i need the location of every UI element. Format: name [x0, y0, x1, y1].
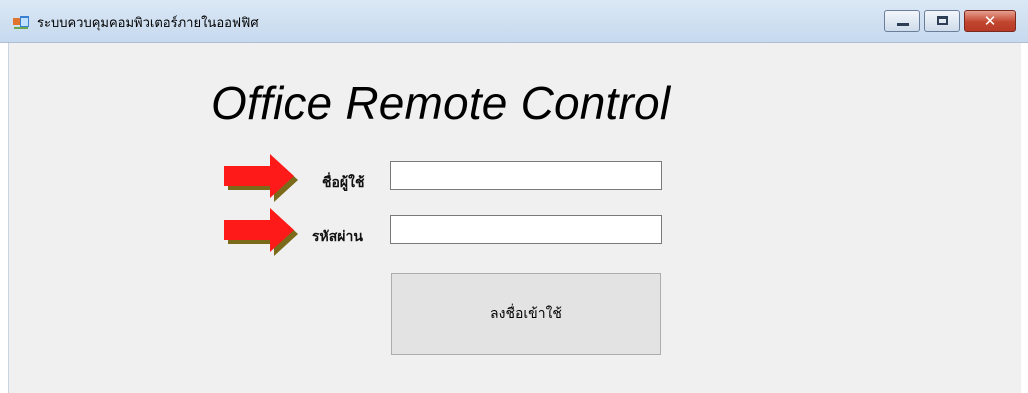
window-title: ระบบควบคุมคอมพิวเตอร์ภายในออฟฟิศ [37, 16, 259, 31]
password-input[interactable] [390, 215, 662, 244]
red-arrow-icon [224, 208, 298, 256]
maximize-icon [937, 16, 948, 25]
app-window: ระบบควบคุมคอมพิวเตอร์ภายในออฟฟิศ ✕ Offic… [0, 0, 1028, 393]
close-button[interactable]: ✕ [964, 10, 1016, 32]
app-window-icon [13, 16, 29, 29]
login-button[interactable]: ลงชื่อเข้าใช้ [391, 273, 661, 355]
close-icon: ✕ [983, 12, 997, 30]
username-label: ชื่อผู้ใช้ [322, 175, 365, 191]
minimize-button[interactable] [884, 10, 920, 32]
red-arrow-icon [224, 154, 298, 202]
password-label: รหัสผ่าน [312, 229, 363, 245]
minimize-icon [897, 23, 909, 26]
app-heading: Office Remote Control [211, 77, 671, 129]
username-input[interactable] [390, 161, 662, 190]
title-bar[interactable]: ระบบควบคุมคอมพิวเตอร์ภายในออฟฟิศ ✕ [0, 0, 1028, 43]
maximize-button[interactable] [924, 10, 960, 32]
